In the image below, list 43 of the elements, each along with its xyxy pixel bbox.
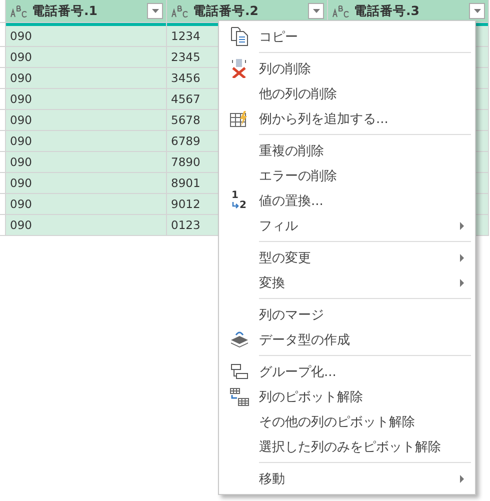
submenu-arrow-icon <box>460 279 464 287</box>
delete-column-icon <box>231 59 247 78</box>
column-header[interactable]: 電話番号.1 <box>6 0 166 23</box>
group-icon <box>230 364 248 379</box>
table-cell: 090 <box>6 68 166 89</box>
unpivot-icon <box>230 388 248 406</box>
menu-item[interactable]: グループ化... <box>219 359 475 384</box>
menu-item[interactable]: 型の変更 <box>219 245 475 270</box>
submenu-arrow-icon <box>460 254 464 262</box>
menu-item[interactable]: その他の列のピボット解除 <box>219 409 475 434</box>
table-cell: 090 <box>6 89 166 110</box>
table-cell: 090 <box>6 194 166 215</box>
menu-item[interactable]: 移動 <box>219 466 475 491</box>
text-type-icon <box>332 4 350 18</box>
filter-dropdown-button[interactable] <box>469 3 485 19</box>
table-cell: 090 <box>6 152 166 173</box>
table-cell: 090 <box>6 131 166 152</box>
menu-item[interactable]: 列のピボット解除 <box>219 384 475 409</box>
filter-dropdown-button[interactable] <box>147 3 163 19</box>
table-cell: 090 <box>6 26 166 47</box>
text-type-icon <box>10 4 28 18</box>
caret-icon <box>474 9 480 13</box>
table-cell: 090 <box>6 173 166 194</box>
column-header[interactable]: 電話番号.2 <box>167 0 327 23</box>
submenu-arrow-icon <box>460 475 464 483</box>
table-lightning-icon <box>230 110 248 126</box>
submenu-arrow-icon <box>460 222 464 230</box>
layers-icon <box>230 331 248 348</box>
filter-dropdown-button[interactable] <box>308 3 324 19</box>
menu-item[interactable]: データ型の作成 <box>219 327 475 352</box>
column-name: 電話番号.2 <box>193 3 260 18</box>
caret-icon <box>312 9 320 13</box>
text-type-icon <box>171 4 189 18</box>
menu-item[interactable]: 選択した列のみをピボット解除 <box>219 434 475 459</box>
menu-item[interactable]: 列のマージ <box>219 302 475 327</box>
copy-icon <box>230 27 248 46</box>
menu-item[interactable]: 変換 <box>219 270 475 295</box>
table-cell: 090 <box>6 110 166 131</box>
column-name: 電話番号.1 <box>32 3 98 18</box>
table-cell: 090 <box>6 215 166 236</box>
table-cell: 090 <box>6 47 166 68</box>
caret-icon <box>152 9 158 13</box>
column-name: 電話番号.3 <box>354 3 420 18</box>
